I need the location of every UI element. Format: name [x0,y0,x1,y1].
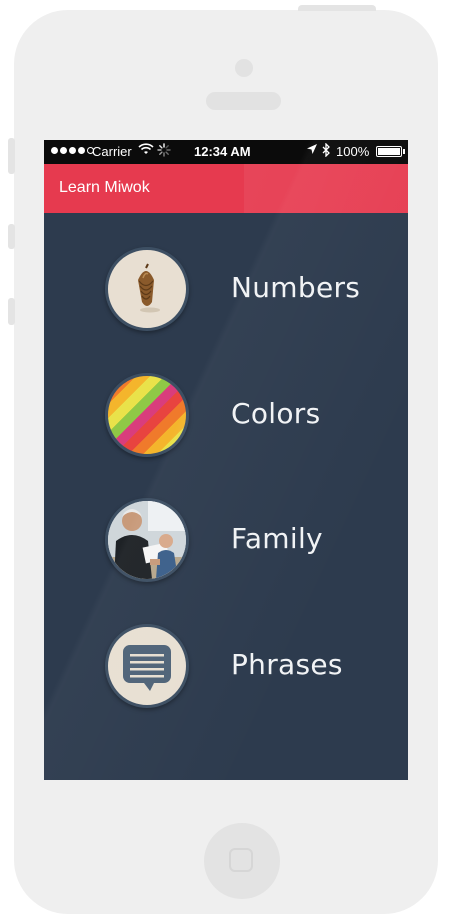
battery-tip [403,149,405,154]
family-circle [105,498,189,582]
category-family[interactable]: Family [44,498,408,588]
category-numbers[interactable]: Numbers [44,247,408,337]
battery-percentage: 100% [336,144,370,159]
colors-label: Colors [231,397,321,430]
bluetooth-icon [322,142,331,160]
mute-switch [8,138,15,174]
wifi-icon [138,142,154,158]
phrases-circle [105,624,189,708]
earpiece-speaker [206,92,281,110]
volume-down-button [8,298,15,325]
app-bar: Learn Miwok [44,164,408,213]
power-button [298,5,376,11]
acorn-icon [138,263,160,313]
rainbow-stripes-icon [108,376,186,454]
app-title: Learn Miwok [59,179,150,196]
category-colors[interactable]: Colors [44,373,408,463]
signal-dots [51,147,94,157]
volume-up-button [8,224,15,249]
front-camera [235,59,253,77]
numbers-label: Numbers [231,271,361,304]
family-photo-icon [108,501,186,579]
category-phrases[interactable]: Phrases [44,624,408,714]
status-time: 12:34 AM [194,144,251,159]
colors-circle [105,373,189,457]
home-square-icon [229,848,253,872]
app-screen: Carrier 12:34 AM 100% Learn Miwok Number… [44,140,408,780]
family-label: Family [231,522,323,555]
battery-icon [376,146,402,157]
home-button[interactable] [204,823,280,899]
location-arrow-icon [306,143,318,158]
carrier-name: Carrier [92,144,132,159]
numbers-circle [105,247,189,331]
status-bar: Carrier 12:34 AM 100% [44,140,408,164]
activity-spinner-icon [157,143,171,160]
speech-bubble-icon [123,645,171,691]
phrases-label: Phrases [231,648,343,681]
